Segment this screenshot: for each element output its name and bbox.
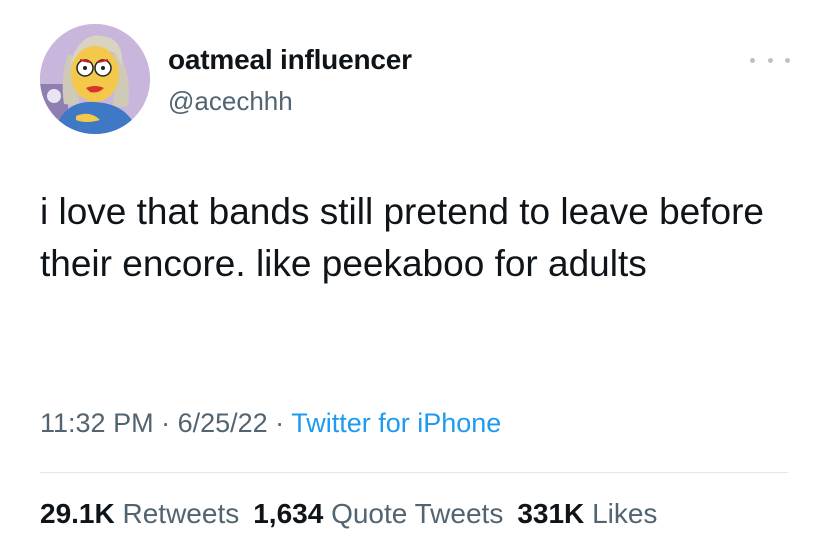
more-options-icon[interactable]: [750, 48, 790, 72]
quote-tweets-stat[interactable]: 1,634 Quote Tweets: [253, 498, 503, 529]
tweet-source-link[interactable]: Twitter for iPhone: [291, 408, 501, 438]
meta-separator: ·: [267, 408, 292, 438]
more-dot: [785, 57, 790, 63]
cartoon-character-avatar-icon: [40, 24, 150, 134]
quote-tweets-count: 1,634: [253, 498, 324, 529]
tweet-date[interactable]: 6/25/22: [178, 408, 268, 438]
avatar[interactable]: [40, 24, 150, 134]
tweet-text: i love that bands still pretend to leave…: [40, 191, 765, 284]
tweet-time[interactable]: 11:32 PM: [40, 408, 154, 438]
retweets-label: Retweets: [122, 498, 240, 529]
author-display-name[interactable]: oatmeal influencer: [168, 44, 412, 76]
tweet-meta: 11:32 PM · 6/25/22 · Twitter for iPhone: [40, 408, 501, 439]
likes-label: Likes: [592, 498, 658, 529]
likes-count: 331K: [517, 498, 585, 529]
more-dot: [750, 57, 755, 63]
meta-separator: ·: [153, 408, 178, 438]
author-handle[interactable]: @acechhh: [168, 86, 293, 117]
quote-tweets-label: Quote Tweets: [331, 498, 504, 529]
divider: [40, 472, 788, 473]
tweet-stats: 29.1K Retweets 1,634 Quote Tweets 331K Lik…: [40, 498, 657, 530]
likes-stat[interactable]: 331K Likes: [517, 498, 657, 529]
retweets-count: 29.1K: [40, 498, 115, 529]
more-dot: [767, 57, 773, 63]
retweets-stat[interactable]: 29.1K Retweets: [40, 498, 239, 529]
